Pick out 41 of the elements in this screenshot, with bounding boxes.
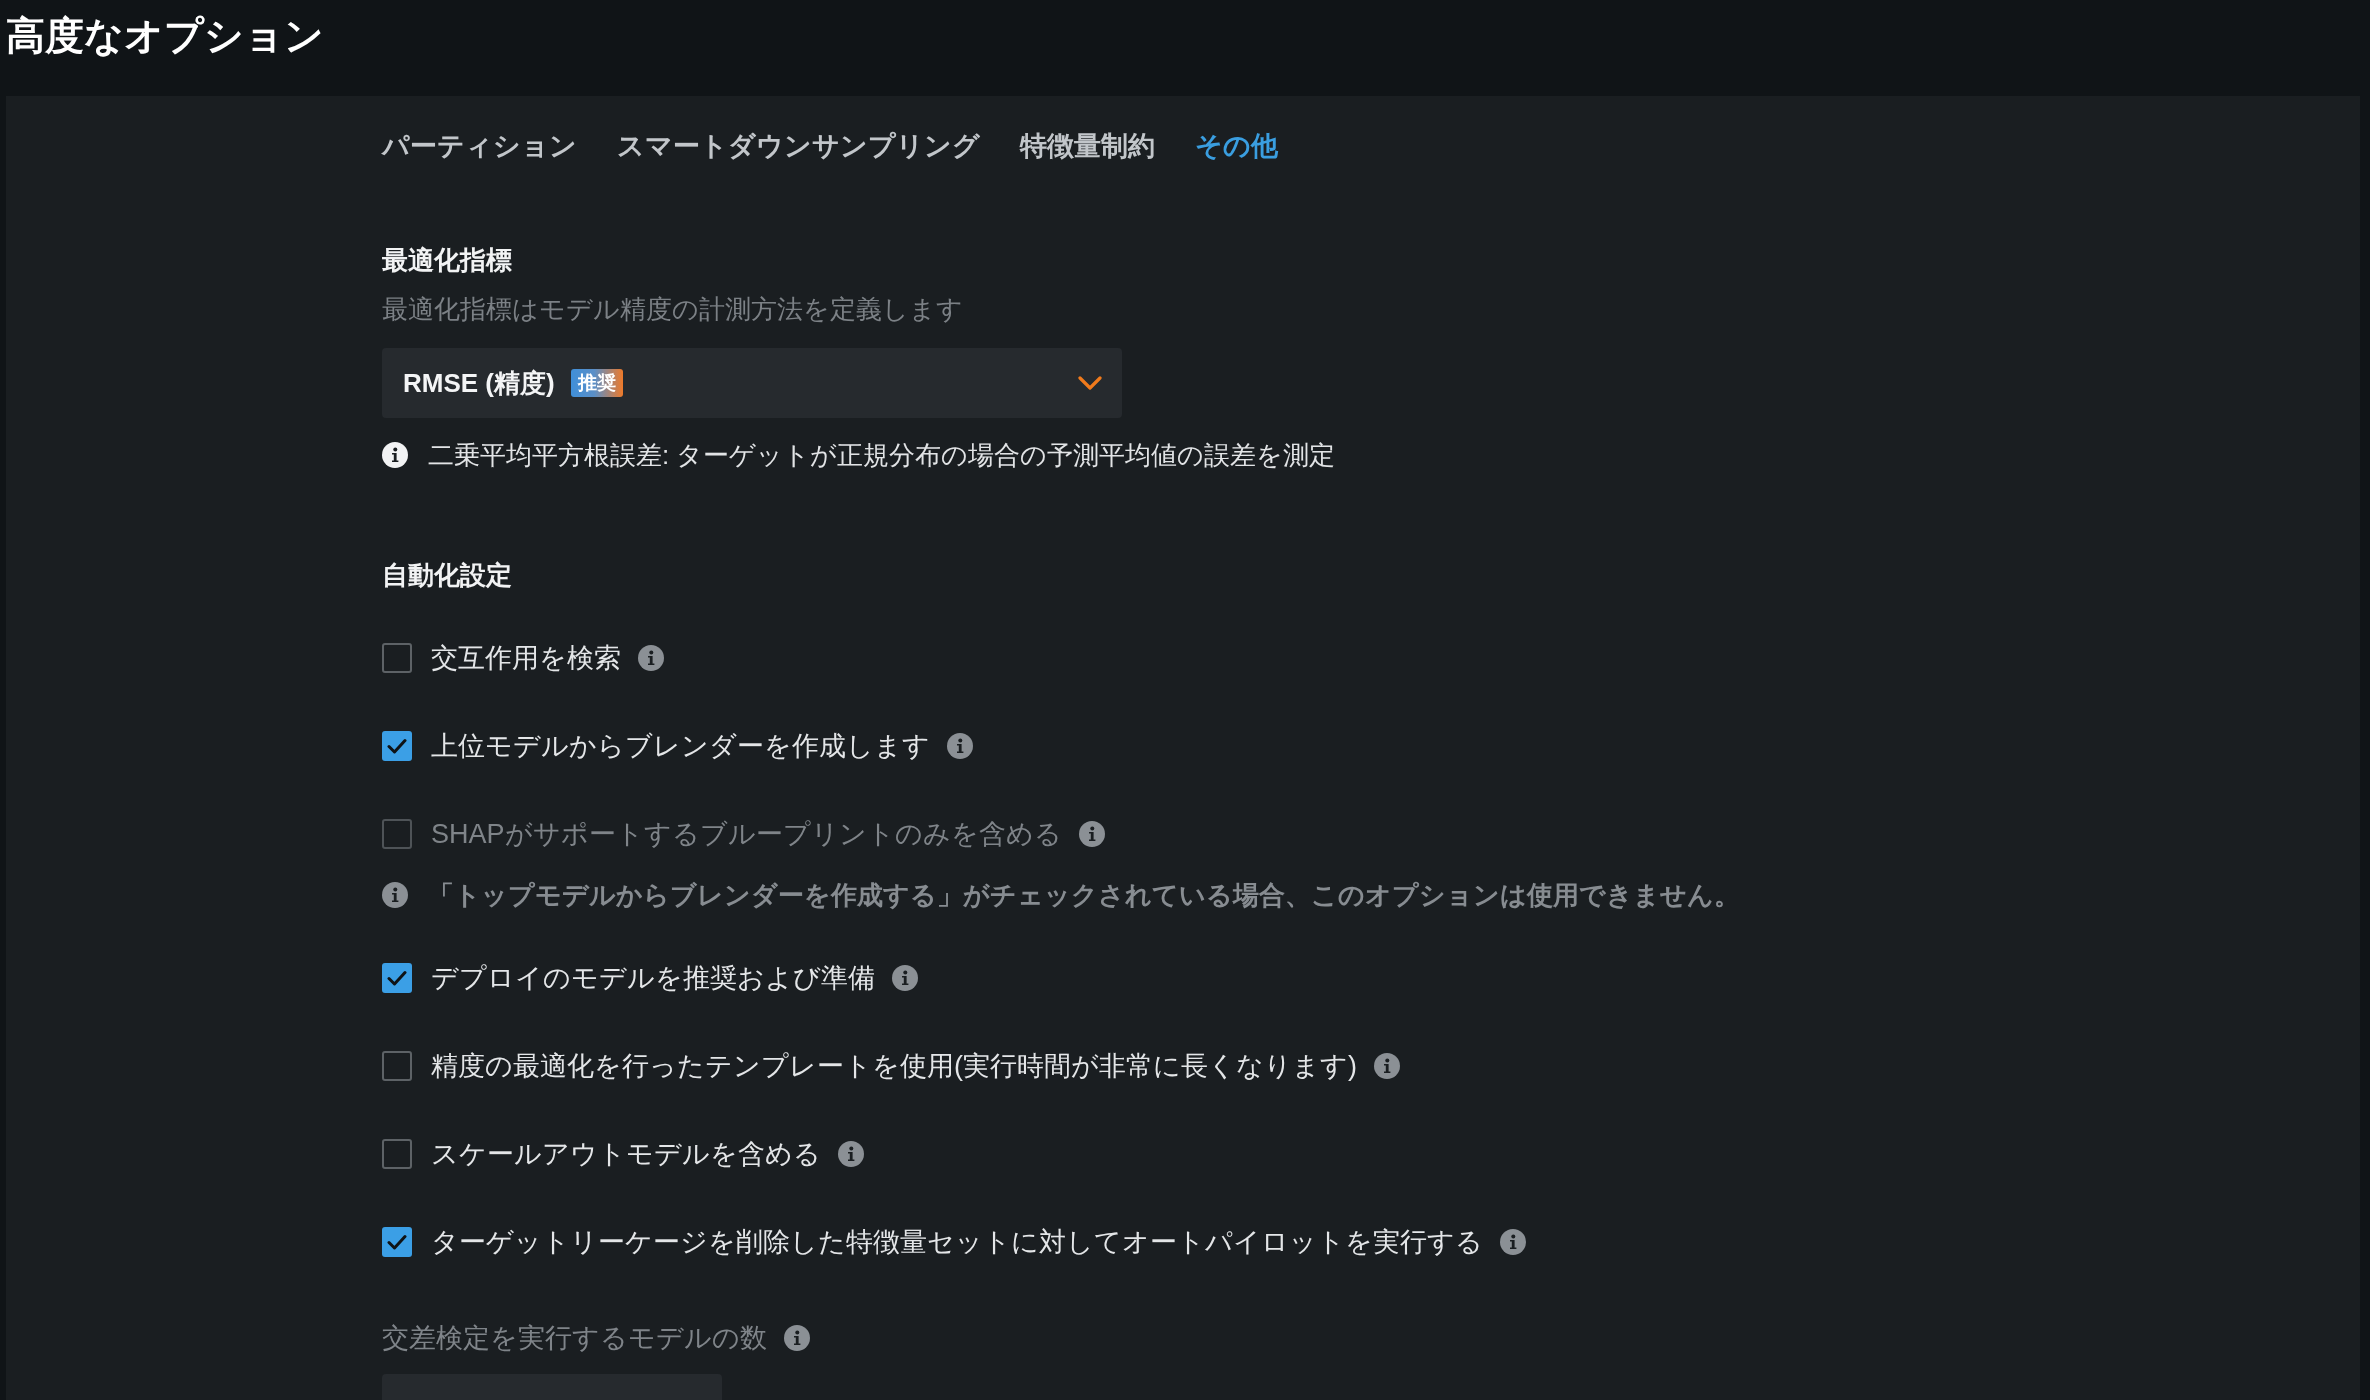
checkbox-label: 精度の最適化を行ったテンプレートを使用(実行時間が非常に長くなります) [431, 1050, 1357, 1083]
info-icon [1374, 1053, 1400, 1079]
check-icon [387, 738, 407, 754]
info-icon [892, 965, 918, 991]
tab[interactable]: その他 [1195, 129, 1278, 163]
info-icon [638, 645, 664, 671]
section-description: 最適化指標はモデル精度の計測方法を定義します [382, 293, 963, 326]
checkbox-label: スケールアウトモデルを含める [431, 1138, 821, 1171]
recommended-tag: 推奨 [570, 369, 623, 397]
info-icon [382, 882, 408, 908]
checkbox[interactable] [382, 731, 412, 761]
checkbox[interactable] [382, 643, 412, 673]
checkbox-label: SHAPがサポートするブループリントのみを含める [431, 818, 1062, 851]
checkbox[interactable] [382, 1139, 412, 1169]
field-label: 交差検定を実行するモデルの数 [382, 1322, 767, 1355]
checkbox[interactable] [382, 1051, 412, 1081]
checkbox[interactable] [382, 963, 412, 993]
info-icon [947, 733, 973, 759]
info-icon [382, 442, 408, 468]
option-note: 「トップモデルからブレンダーを作成する」がチェックされている場合、このオプションは使用できません。 [428, 879, 1740, 912]
page-title: 高度なオプション [6, 13, 324, 59]
info-icon [784, 1325, 810, 1351]
info-icon [838, 1141, 864, 1167]
section-heading: 自動化設定 [382, 559, 512, 592]
checkbox[interactable] [382, 1227, 412, 1257]
checkbox-label: 上位モデルからブレンダーを作成します [431, 730, 930, 763]
metric-select[interactable]: RMSE (精度) 推奨 [382, 348, 1122, 418]
info-icon [1500, 1229, 1526, 1255]
checkbox-label: ターゲットリーケージを削除した特徴量セットに対してオートパイロットを実行する [431, 1226, 1483, 1259]
chevron-down-icon [1078, 376, 1102, 390]
info-icon [1078, 821, 1105, 847]
metric-info-text: 二乗平均平方根誤差: ターゲットが正規分布の場合の予測平均値の誤差を測定 [428, 439, 1336, 472]
check-icon [387, 1234, 407, 1250]
checkbox-label: デプロイのモデルを推奨および準備 [431, 962, 875, 995]
section-heading: 最適化指標 [382, 244, 512, 277]
tab[interactable]: スマートダウンサンプリング [617, 129, 980, 163]
checkbox-label: 交互作用を検索 [431, 642, 621, 675]
tab[interactable]: パーティション [382, 129, 577, 163]
check-icon [387, 970, 407, 986]
tab[interactable]: 特徴量制約 [1020, 129, 1155, 163]
select-value: RMSE (精度) [403, 366, 555, 400]
